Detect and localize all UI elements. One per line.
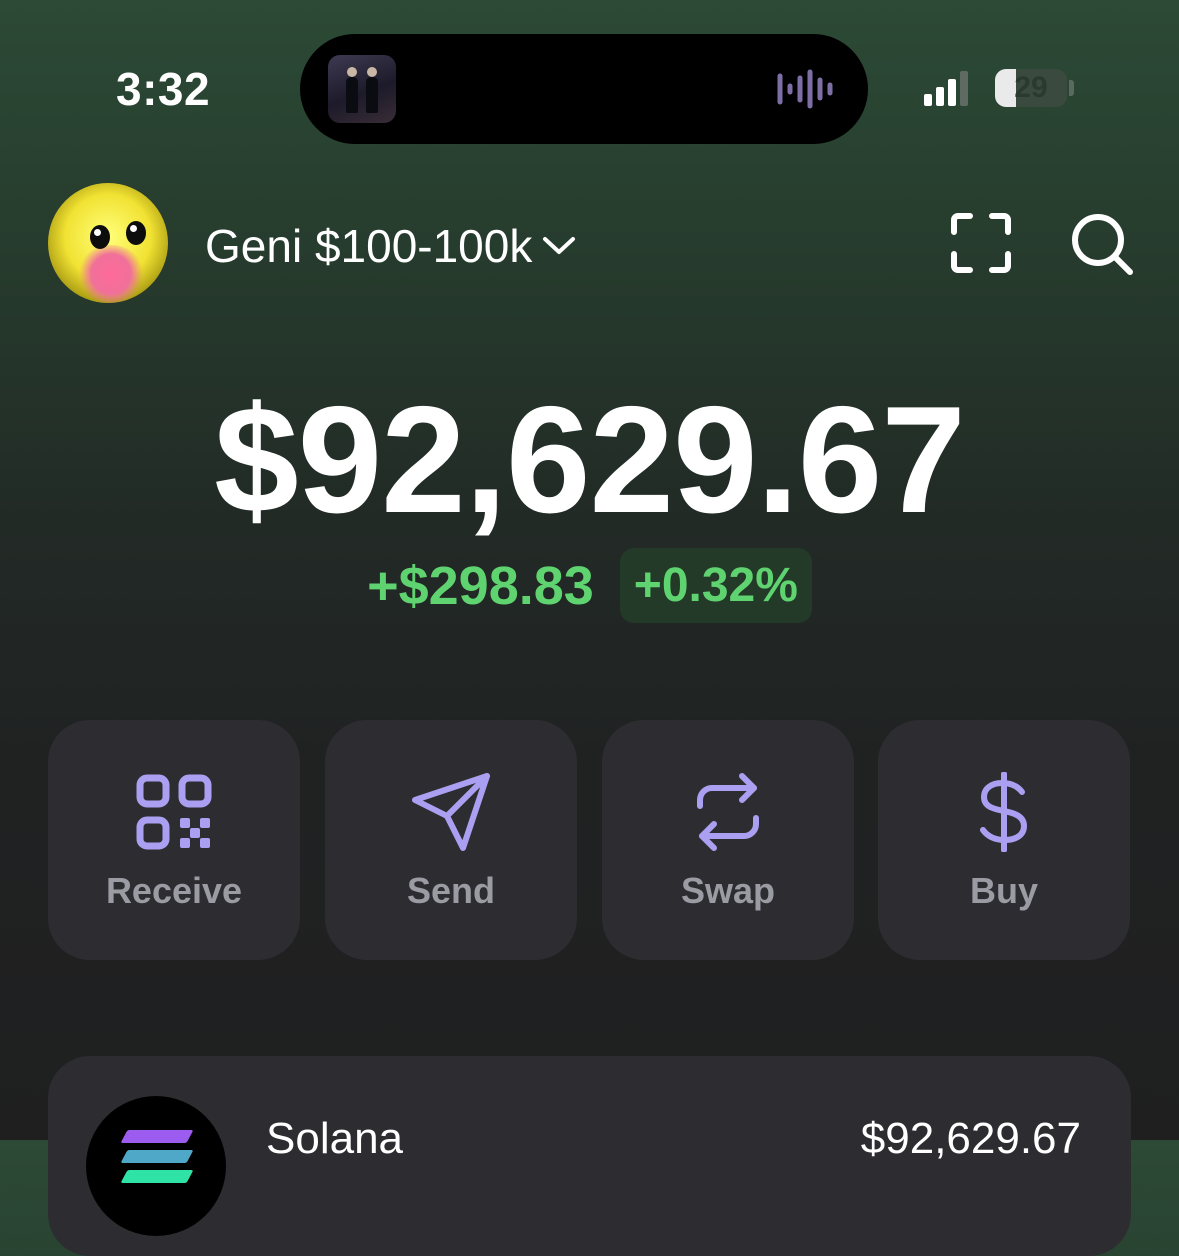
balance-change: +$298.83 +0.32% bbox=[0, 548, 1179, 623]
paper-plane-icon bbox=[412, 773, 490, 851]
buy-label: Buy bbox=[969, 870, 1038, 911]
dynamic-island[interactable] bbox=[300, 34, 868, 144]
battery-cap bbox=[1069, 80, 1074, 96]
send-label: Send bbox=[406, 870, 495, 911]
battery-indicator: 29 bbox=[995, 69, 1067, 107]
token-name: Solana bbox=[266, 1114, 404, 1163]
buy-button[interactable]: Buy bbox=[878, 720, 1130, 960]
cellular-signal-icon bbox=[924, 71, 968, 106]
receive-button[interactable]: Receive bbox=[48, 720, 300, 960]
send-button[interactable]: Send bbox=[325, 720, 577, 960]
swap-arrows-icon bbox=[697, 773, 759, 851]
avatar-blush bbox=[78, 245, 144, 303]
scan-frame-icon[interactable] bbox=[950, 212, 1012, 274]
avatar-eye-right bbox=[126, 221, 146, 245]
status-time: 3:32 bbox=[116, 63, 211, 115]
account-selector[interactable]: Geni $100-100k bbox=[205, 216, 576, 276]
search-icon[interactable] bbox=[1070, 212, 1134, 276]
total-balance: $92,629.67 bbox=[214, 375, 966, 545]
now-playing-artwork[interactable] bbox=[328, 55, 396, 123]
chevron-down-icon bbox=[543, 237, 576, 254]
qr-code-icon bbox=[136, 774, 212, 850]
change-amount: +$298.83 bbox=[367, 555, 594, 616]
audio-waveform-icon bbox=[777, 69, 833, 109]
account-avatar[interactable] bbox=[48, 183, 168, 303]
account-name: Geni $100-100k bbox=[205, 220, 533, 272]
avatar-eye-left bbox=[90, 225, 110, 249]
receive-label: Receive bbox=[105, 870, 243, 911]
swap-button[interactable]: Swap bbox=[602, 720, 854, 960]
token-value: $92,629.67 bbox=[860, 1114, 1081, 1163]
token-row-solana[interactable]: Solana $92,629.67 bbox=[48, 1056, 1131, 1256]
battery-level: 29 bbox=[1014, 71, 1048, 104]
solana-logo-icon bbox=[86, 1096, 226, 1236]
dollar-sign-icon bbox=[980, 772, 1027, 852]
change-percent-badge: +0.32% bbox=[619, 548, 812, 623]
swap-label: Swap bbox=[680, 870, 776, 911]
